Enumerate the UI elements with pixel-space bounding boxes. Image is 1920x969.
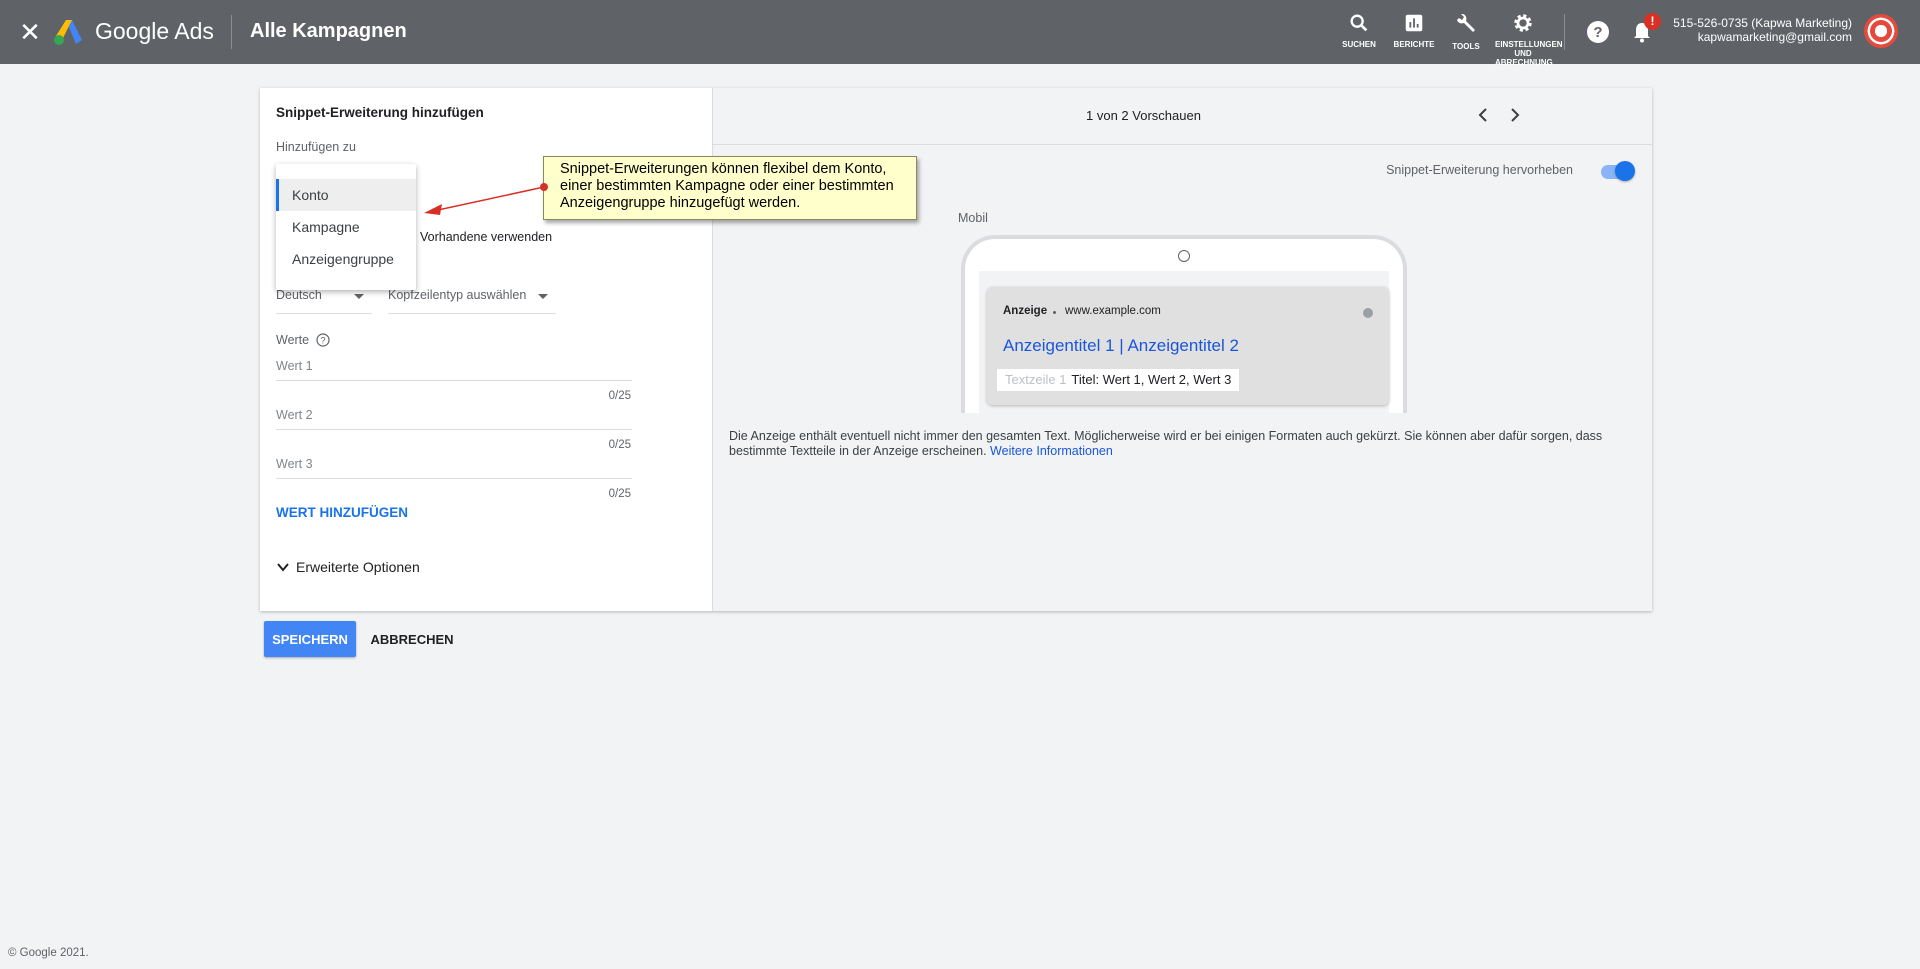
reports-icon [1405,14,1423,32]
search-tool-label: SUCHEN [1342,40,1376,49]
disclaimer-text: Die Anzeige enthält eventuell nicht imme… [729,429,1603,458]
annotation-arrow-icon [424,183,548,215]
value-2-counter: 0/25 [608,439,631,451]
chevron-left-icon[interactable] [1472,104,1494,126]
chevron-down-icon [538,294,548,299]
dropdown-option-kampagne[interactable]: Kampagne [276,211,416,243]
ad-badge: Anzeige [1003,305,1048,317]
top-app-bar: ✕ Google Ads Alle Kampagnen SUCHEN BERIC… [0,0,1920,67]
add-to-label: Hinzufügen zu [276,140,356,154]
separator-dot [1053,311,1056,314]
search-icon [1350,14,1368,32]
advanced-options-toggle[interactable]: Erweiterte Optionen [276,559,420,575]
tools-button[interactable]: TOOLS [1438,12,1494,51]
add-value-button[interactable]: WERT HINZUFÜGEN [276,505,408,520]
ad-snippet-line: Textzeile 1 Titel: Wert 1, Wert 2, Wert … [997,369,1240,391]
page-title[interactable]: Alle Kampagnen [250,20,407,43]
cancel-button[interactable]: ABBRECHEN [366,621,458,657]
value-2-input[interactable]: Wert 2 [276,408,632,430]
phone-camera-icon [1178,250,1190,262]
dropdown-option-konto[interactable]: Konto [276,179,416,211]
topbar-separator [1564,14,1565,50]
language-select[interactable]: Deutsch [276,288,372,314]
value-3-input[interactable]: Wert 3 [276,457,632,479]
preview-disclaimer: Die Anzeige enthält eventuell nicht imme… [729,429,1639,459]
form-title: Snippet-Erweiterung hinzufügen [276,105,484,120]
add-to-dropdown-menu: Konto Kampagne Anzeigengruppe [276,164,416,290]
account-info[interactable]: 515-526-0735 (Kapwa Marketing) kapwamark… [1673,16,1852,44]
values-label: Werte [276,333,310,347]
gear-icon [1514,14,1532,32]
settings-billing-button[interactable]: EINSTELLUNGEN UND ABRECHNUNG [1495,12,1563,67]
chevron-right-icon[interactable] [1504,104,1526,126]
settings-billing-label: EINSTELLUNGEN UND ABRECHNUNG [1495,40,1563,67]
avatar[interactable] [1864,14,1898,48]
advanced-options-label: Erweiterte Optionen [296,559,420,575]
ad-display-url: www.example.com [1065,305,1161,317]
ad-preview-card: Anzeige www.example.com Anzeigentitel 1 … [987,287,1389,405]
svg-text:?: ? [320,336,325,346]
account-name: 515-526-0735 (Kapwa Marketing) [1673,16,1852,30]
chevron-down-icon [354,294,364,299]
help-circle-icon[interactable]: ? [316,333,330,347]
brand-name: Google Ads [95,18,214,44]
search-tool-button[interactable]: SUCHEN [1331,12,1387,49]
ad-snippet-value: Titel: Wert 1, Wert 2, Wert 3 [1071,372,1232,387]
use-existing-option[interactable]: Vorhandene verwenden [420,230,552,244]
mobile-phone-frame: Anzeige www.example.com Anzeigentitel 1 … [961,235,1407,413]
annotation-callout: Snippet-Erweiterungen können flexibel de… [543,156,917,220]
reports-tool-label: BERICHTE [1393,40,1435,49]
highlight-snippet-label: Snippet-Erweiterung hervorheben [1386,163,1573,177]
google-ads-logo-icon [54,20,82,45]
device-label: Mobil [958,211,988,225]
toggle-knob [1615,161,1635,181]
tools-label: TOOLS [1452,42,1480,51]
value-3-counter: 0/25 [608,488,631,500]
ad-headline: Anzeigentitel 1 | Anzeigentitel 2 [1003,336,1239,355]
chevron-down-icon [277,563,289,572]
save-button[interactable]: SPEICHERN [264,621,356,657]
snippet-extension-card: Snippet-Erweiterung hinzufügen Hinzufüge… [260,88,1652,611]
preview-pager-text: 1 von 2 Vorschauen [1086,108,1201,123]
copyright-footer: © Google 2021. [8,947,89,959]
phone-screen: Anzeige www.example.com Anzeigentitel 1 … [979,271,1389,413]
language-select-value: Deutsch [276,288,322,302]
ad-snippet-faded-text: Textzeile 1 [1005,372,1067,387]
value-1-input[interactable]: Wert 1 [276,359,632,381]
header-type-placeholder: Kopfzeilentyp auswählen [388,288,527,302]
value-1-counter: 0/25 [608,390,631,402]
help-icon[interactable]: ? [1586,20,1610,44]
svg-text:?: ? [1593,24,1602,41]
notification-badge: ! [1644,13,1661,30]
account-email: kapwamarketing@gmail.com [1697,30,1852,44]
header-type-select[interactable]: Kopfzeilentyp auswählen [388,288,556,314]
highlight-snippet-toggle[interactable] [1599,161,1635,181]
ad-info-icon [1363,308,1373,318]
reports-tool-button[interactable]: BERICHTE [1386,12,1442,49]
preview-header: 1 von 2 Vorschauen [713,88,1652,145]
close-icon[interactable]: ✕ [16,18,44,46]
more-info-link[interactable]: Weitere Informationen [990,444,1113,458]
topbar-divider [231,15,232,49]
dropdown-option-anzeigengruppe[interactable]: Anzeigengruppe [276,243,416,275]
wrench-icon [1457,14,1475,32]
